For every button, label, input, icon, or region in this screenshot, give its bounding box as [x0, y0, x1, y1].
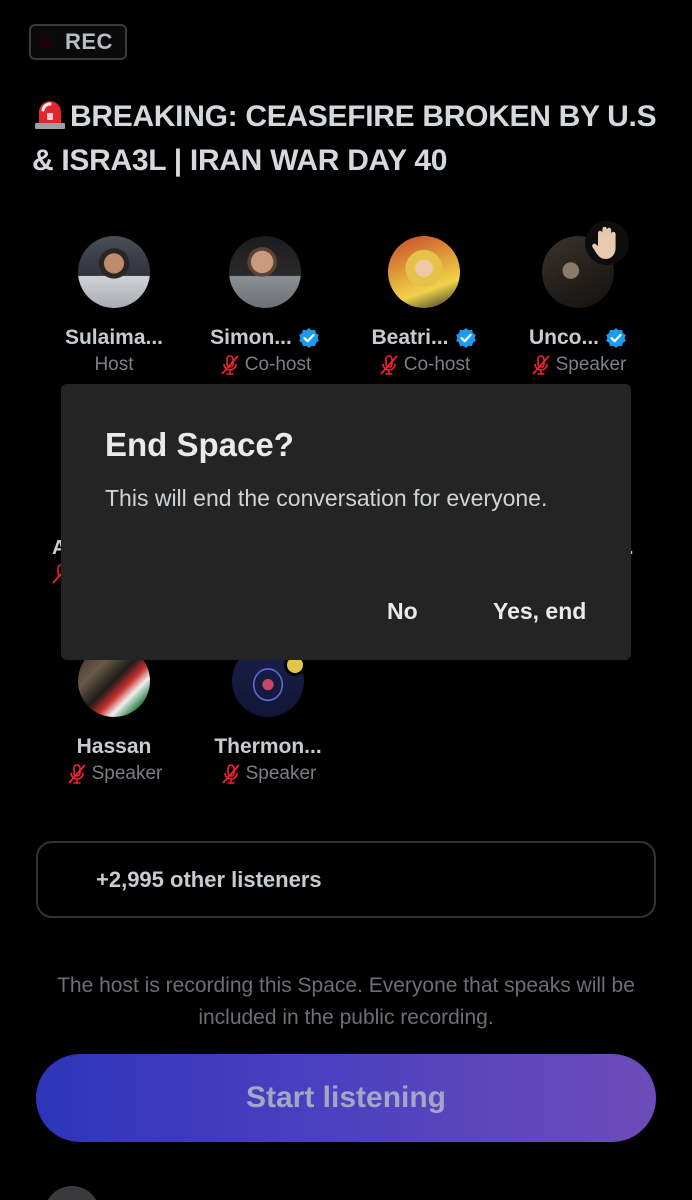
participant-hassan[interactable]: Hassan Speaker: [36, 645, 192, 785]
space-screen: REC BREAKING: CEASEFIRE BROKEN BY U.S & …: [0, 0, 692, 1200]
space-title-text: BREAKING: CEASEFIRE BROKEN BY U.S & ISRA…: [32, 100, 657, 177]
participant-name: Sulaima...: [64, 326, 164, 349]
dialog-body: This will end the conversation for every…: [105, 485, 548, 511]
avatar: [44, 1186, 100, 1200]
rec-badge: REC: [29, 24, 127, 60]
verified-badge-icon: [299, 328, 319, 348]
participant-unco[interactable]: Unco... Speaker: [500, 236, 656, 376]
other-listeners-button[interactable]: +2,995 other listeners: [36, 841, 656, 918]
participant-role: Co-host: [403, 354, 471, 375]
participant-role: Speaker: [245, 763, 317, 784]
participant-name: Hassan: [76, 735, 152, 758]
space-title: BREAKING: CEASEFIRE BROKEN BY U.S & ISRA…: [32, 95, 672, 183]
participant-sulaima[interactable]: Sulaima... Host: [36, 236, 192, 376]
record-dot-icon: [39, 35, 53, 49]
participant-role: Speaker: [91, 763, 163, 784]
no-button[interactable]: No: [387, 598, 418, 625]
verified-badge-icon: [455, 328, 476, 348]
mic-off-icon: [221, 764, 240, 784]
avatar: [388, 236, 460, 308]
mic-off-icon: [531, 355, 550, 375]
participant-role: Host: [94, 354, 134, 375]
start-listening-button[interactable]: Start listening: [36, 1054, 656, 1142]
participant-name: Simon...: [210, 326, 292, 349]
avatar: [78, 236, 150, 308]
participant-name: Beatri...: [371, 326, 449, 349]
dialog-title: End Space?: [105, 426, 294, 463]
mic-off-icon: [380, 355, 398, 375]
avatar: [229, 236, 301, 308]
participant-beatri[interactable]: Beatri... Co-host: [346, 236, 502, 376]
mic-off-icon: [221, 355, 239, 375]
participant-role: Speaker: [555, 354, 627, 375]
participant-name: Thermon...: [214, 735, 322, 758]
participant-thermon[interactable]: Thermon... Speaker: [190, 645, 346, 785]
participant-role: Co-host: [244, 354, 312, 375]
rec-label: REC: [65, 29, 113, 54]
mic-off-icon: [67, 764, 86, 784]
raised-hand-icon: [585, 221, 629, 265]
listeners-label: +2,995 other listeners: [96, 866, 322, 892]
yes-end-button[interactable]: Yes, end: [493, 598, 586, 625]
participant-simon[interactable]: Simon... Co-host: [187, 236, 343, 376]
participant-name: Unco...: [528, 326, 599, 349]
verified-badge-icon: [606, 328, 626, 348]
recording-notice: The host is recording this Space. Everyo…: [57, 974, 635, 1029]
end-space-dialog: End Space? This will end the conversatio…: [61, 384, 631, 660]
police-siren-icon: [35, 101, 65, 129]
